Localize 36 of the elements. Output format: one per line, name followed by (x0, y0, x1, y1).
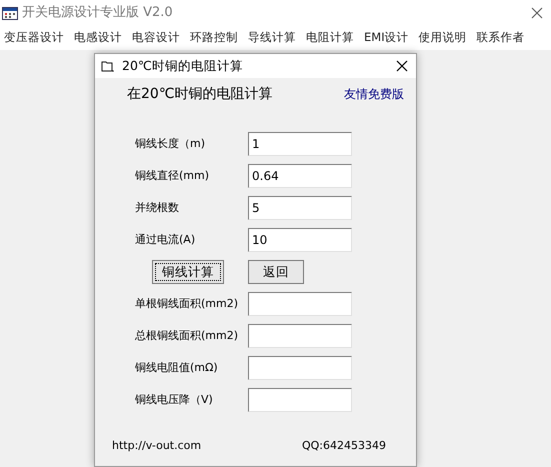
menu-item[interactable]: 导线计算 (248, 28, 296, 46)
menu-item[interactable]: EMI设计 (364, 28, 409, 46)
menu-item[interactable]: 联系作者 (476, 28, 525, 46)
input-field[interactable]: 1 (248, 132, 352, 156)
field-label: 单根铜线面积(mm2) (135, 296, 240, 312)
menu-item[interactable]: 电容设计 (132, 28, 180, 46)
field-label: 通过电流(A) (135, 232, 196, 248)
dialog-title: 20℃时铜的电阻计算 (122, 56, 243, 75)
field-label: 铜线电阻值(mΩ) (135, 360, 219, 376)
field-label: 铜线长度（m) (135, 136, 206, 152)
input-field[interactable]: 10 (248, 228, 352, 252)
qq-number: QQ:642453349 (302, 438, 386, 454)
window-icon (101, 60, 114, 72)
back-button[interactable]: 返回 (248, 260, 304, 284)
menu-item[interactable]: 使用说明 (418, 28, 467, 46)
window-title: 开关电源设计专业版 V2.0 (22, 4, 173, 22)
calculate-button[interactable]: 铜线计算 (152, 260, 224, 284)
input-field[interactable]: 0.64 (248, 164, 352, 188)
output-field[interactable] (248, 388, 352, 412)
menu-item[interactable]: 变压器设计 (4, 28, 64, 46)
output-field[interactable] (248, 324, 352, 348)
edition-label: 友情免费版 (344, 86, 404, 103)
field-label: 并绕根数 (135, 200, 180, 216)
field-label: 总根铜线面积(mm2) (135, 328, 240, 344)
menu-item[interactable]: 电阻计算 (306, 28, 354, 46)
menu-item[interactable]: 电感设计 (74, 28, 122, 46)
field-label: 铜线直径(mm) (135, 168, 210, 184)
field-label: 铜线电压降（V) (135, 392, 214, 408)
input-field[interactable]: 5 (248, 196, 352, 220)
dialog-heading: 在20℃时铜的电阻计算 (127, 84, 273, 104)
output-field[interactable] (248, 292, 352, 316)
output-field[interactable] (248, 356, 352, 380)
close-icon[interactable] (531, 7, 543, 19)
close-icon[interactable] (396, 60, 408, 72)
website-url: http://v-out.com (112, 438, 202, 454)
menu-item[interactable]: 环路控制 (190, 28, 238, 46)
